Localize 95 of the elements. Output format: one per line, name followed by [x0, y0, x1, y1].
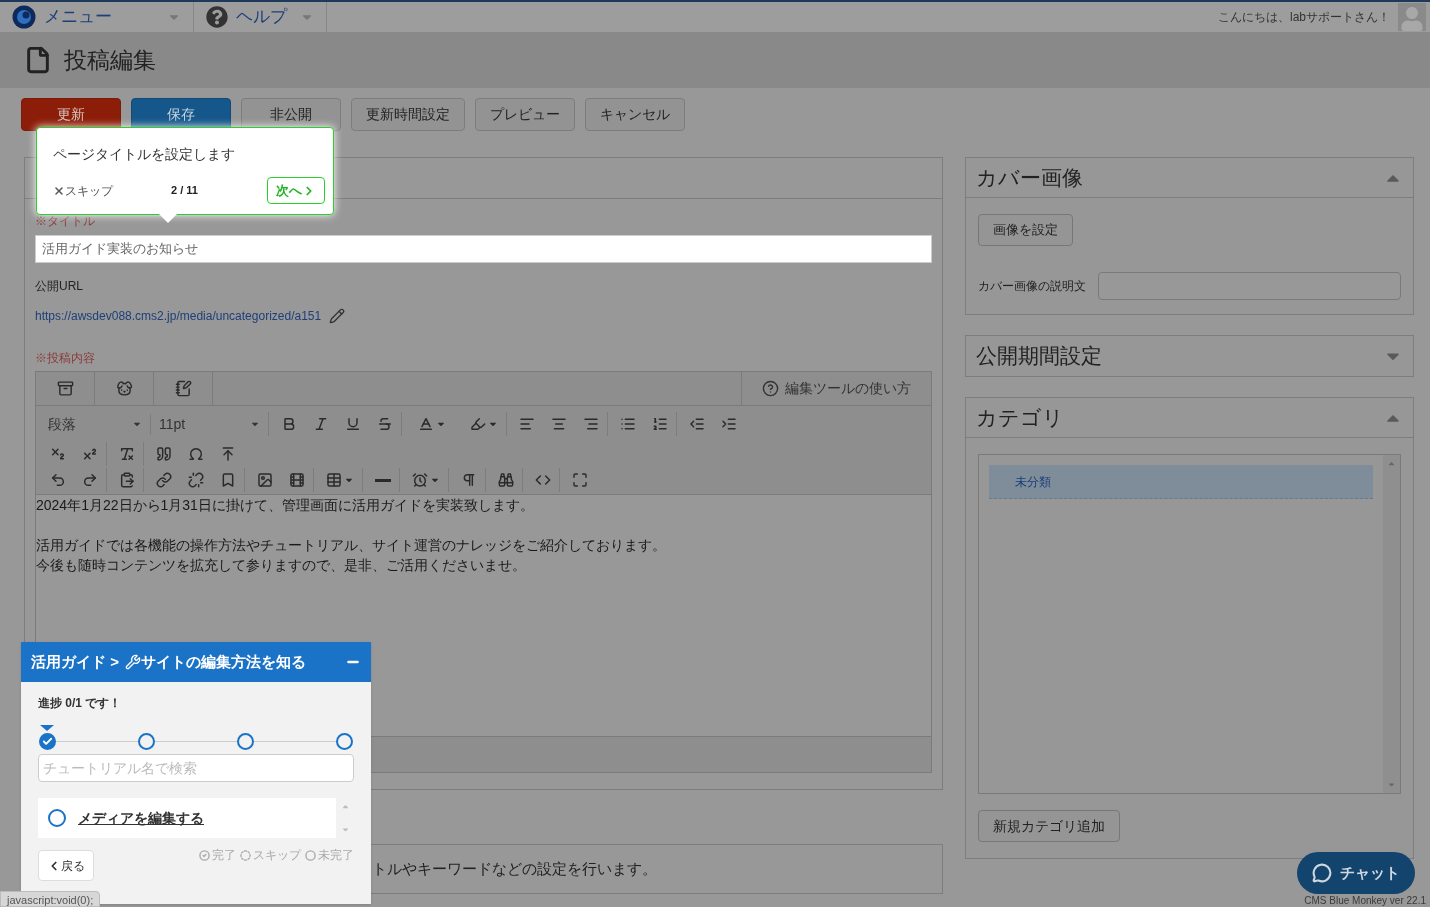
editor-help-button[interactable]: 編集ツールの使い方	[741, 372, 931, 405]
greeting-text: こんにちは、labサポートさん！	[1218, 9, 1390, 26]
text-color-icon	[418, 416, 434, 432]
help-icon[interactable]	[206, 6, 228, 28]
bold-icon	[281, 416, 297, 432]
clear-format-icon	[119, 446, 135, 462]
tooltip-message: ページタイトルを設定します	[53, 145, 236, 164]
progress-step[interactable]	[236, 733, 255, 750]
code-icon	[535, 472, 551, 488]
progress-step[interactable]	[336, 733, 354, 750]
block-format-dropdown[interactable]: 段落	[40, 413, 150, 435]
bookmark-icon	[220, 472, 236, 488]
set-image-button[interactable]: 画像を設定	[978, 214, 1073, 246]
legend-label: 完了	[212, 847, 236, 864]
field-label: 公開URL	[35, 278, 84, 295]
wrench-icon	[124, 654, 141, 670]
link-icon	[156, 472, 172, 488]
page-title: 投稿編集	[64, 45, 156, 75]
action-button[interactable]: プレビュー	[475, 98, 575, 131]
menu-link[interactable]: メニュー	[44, 4, 112, 30]
align-center-icon	[551, 416, 567, 432]
panel-title: カバー画像	[976, 164, 1083, 191]
status-url: javascript:void(0);	[0, 891, 101, 907]
public-url-link[interactable]: https://awsdev088.cms2.jp/media/uncategorized/a151	[35, 307, 322, 325]
unlink-icon	[188, 472, 204, 488]
skip-button[interactable]: スキップ	[53, 181, 113, 200]
action-button[interactable]: 更新	[21, 98, 121, 131]
current-marker-icon	[40, 725, 54, 731]
table-icon	[326, 472, 342, 488]
help-icon	[762, 380, 779, 397]
align-right-icon	[583, 416, 599, 432]
category-item[interactable]: 未分類	[989, 465, 1373, 499]
field-label: ※タイトル	[35, 213, 95, 229]
caption-input[interactable]	[1098, 272, 1401, 300]
subscript-icon	[50, 446, 66, 462]
circle-icon	[305, 849, 316, 861]
clock-icon	[412, 472, 428, 488]
outdent-icon	[689, 416, 705, 432]
action-button[interactable]: 更新時間設定	[351, 98, 465, 131]
action-button[interactable]: キャンセル	[585, 98, 685, 131]
insert-icon	[220, 446, 236, 462]
title-input[interactable]: 活用ガイド実装のお知らせ	[35, 235, 932, 263]
logo-icon[interactable]	[12, 5, 36, 29]
omega-icon	[188, 446, 204, 462]
fullscreen-icon	[572, 472, 588, 488]
dashed-circle-icon	[240, 849, 251, 861]
dog-icon	[115, 380, 133, 397]
align-left-icon	[519, 416, 535, 432]
underline-icon	[345, 416, 361, 432]
add-category-button[interactable]: 新規カテゴリ追加	[978, 810, 1120, 842]
back-button[interactable]: 戻る	[38, 850, 94, 881]
content-line: 活用ガイドでは各機能の操作方法やチュートリアル、サイト運営のナレッジをご紹介しております。	[36, 536, 667, 555]
image-icon	[257, 472, 273, 488]
video-icon	[289, 472, 305, 488]
legend-label: スキップ	[253, 847, 301, 864]
bullet-list-icon	[620, 416, 636, 432]
numbered-list-icon	[652, 416, 668, 432]
progress-step[interactable]	[38, 725, 56, 750]
highlight-icon	[470, 416, 486, 432]
content-line: 2024年1月22日から1月31日に掛けて、管理画面に活用ガイドを実装致します。	[36, 496, 535, 515]
strikethrough-icon	[377, 416, 393, 432]
step-counter: 2 / 11	[171, 183, 198, 199]
archive-icon	[56, 380, 74, 397]
chat-button[interactable]: チャット	[1297, 852, 1415, 894]
panel-title: カテゴリ	[976, 404, 1064, 431]
progress-text: 進捗 0/1 です！	[38, 695, 123, 712]
field-label: カバー画像の説明文	[978, 278, 1086, 295]
section-description: トルやキーワードなどの設定を行います。	[372, 858, 657, 879]
pilcrow-icon	[461, 472, 477, 488]
version-text: CMS Blue Monkey ver 22.1	[1304, 895, 1426, 907]
redo-icon	[82, 472, 98, 488]
next-button[interactable]: 次へ	[267, 177, 325, 204]
progress-step[interactable]	[137, 733, 156, 750]
legend-label: 未完了	[318, 847, 354, 864]
guide-title: サイトの編集方法を知る	[140, 651, 306, 672]
search-icon	[498, 472, 514, 488]
undo-icon	[50, 472, 66, 488]
panel-title: 公開期間設定	[976, 343, 1102, 370]
font-size-dropdown[interactable]: 11pt	[150, 413, 268, 435]
check-circle-icon	[199, 849, 210, 861]
tutorial-search-field[interactable]: チュートリアル名で検索	[38, 754, 354, 782]
page-icon	[24, 46, 52, 74]
content-line: 今後も随時コンテンツを拡充して参りますので、是非、ご活用くださいませ。	[36, 556, 527, 575]
close-icon	[53, 184, 65, 197]
quote-icon	[156, 446, 172, 462]
check-icon	[41, 736, 53, 747]
help-link[interactable]: ヘルプ	[236, 4, 287, 30]
chat-bubble-icon	[1312, 863, 1332, 883]
indent-icon	[721, 416, 737, 432]
notepad-icon	[174, 380, 192, 397]
edit-pencil-icon[interactable]	[329, 308, 346, 324]
paste-icon	[119, 472, 135, 488]
italic-icon	[313, 416, 329, 432]
field-label: ※投稿内容	[35, 350, 96, 367]
superscript-icon	[82, 446, 98, 462]
